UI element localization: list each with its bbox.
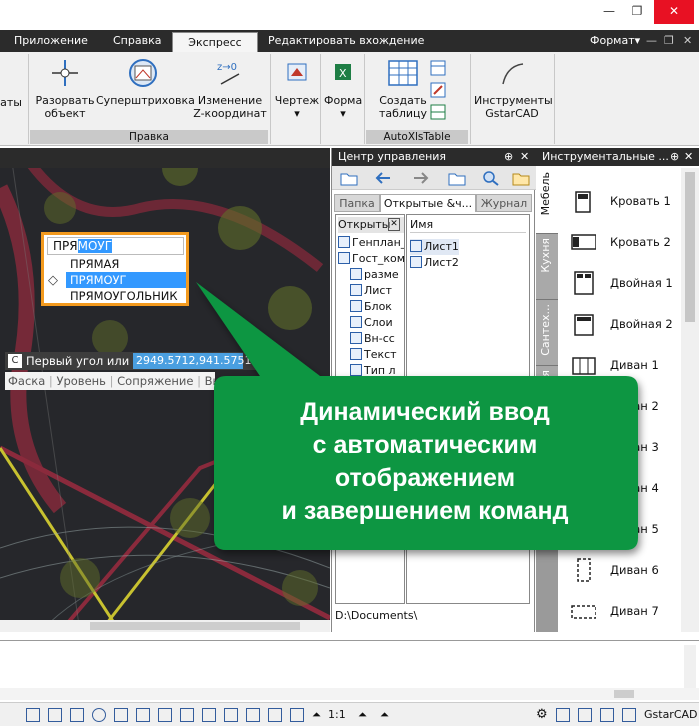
callout-shape <box>196 282 638 550</box>
callout-line: Динамический ввод <box>300 398 550 426</box>
callout-line: с автоматическим <box>312 431 538 459</box>
callout-text: Динамический ввод с автоматическим отобр… <box>214 376 636 546</box>
callout-line: и завершением команд <box>281 497 569 525</box>
callout-line: отображением <box>334 464 516 492</box>
